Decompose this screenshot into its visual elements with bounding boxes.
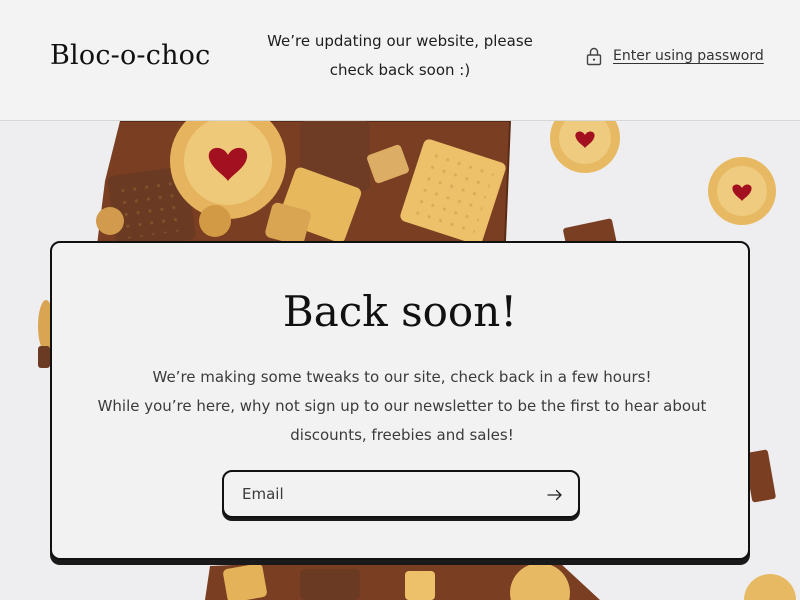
notice-line: check back soon :) (329, 61, 471, 79)
message-line: discounts, freebies and sales! (290, 426, 514, 444)
newsletter-form (222, 470, 580, 518)
email-input[interactable] (242, 480, 522, 508)
arrow-right-icon (547, 489, 562, 501)
page-title: Back soon! (282, 287, 518, 336)
card-message: We’re making some tweaks to our site, ch… (92, 363, 712, 450)
message-line: We’re making some tweaks to our site, ch… (152, 368, 652, 386)
header-notice: We’re updating our website, please check… (260, 27, 540, 85)
store-logo[interactable]: Bloc-o-choc (50, 40, 210, 71)
enter-password-link[interactable]: Enter using password (585, 46, 764, 66)
back-soon-card: Back soon! We’re making some tweaks to o… (50, 241, 750, 560)
site-header: Bloc-o-choc We’re updating our website, … (0, 0, 800, 121)
subscribe-button[interactable] (542, 482, 568, 508)
enter-password-label: Enter using password (613, 48, 764, 64)
message-line: While you’re here, why not sign up to ou… (97, 397, 707, 415)
lock-icon (586, 47, 602, 66)
notice-line: We’re updating our website, please (267, 32, 533, 50)
